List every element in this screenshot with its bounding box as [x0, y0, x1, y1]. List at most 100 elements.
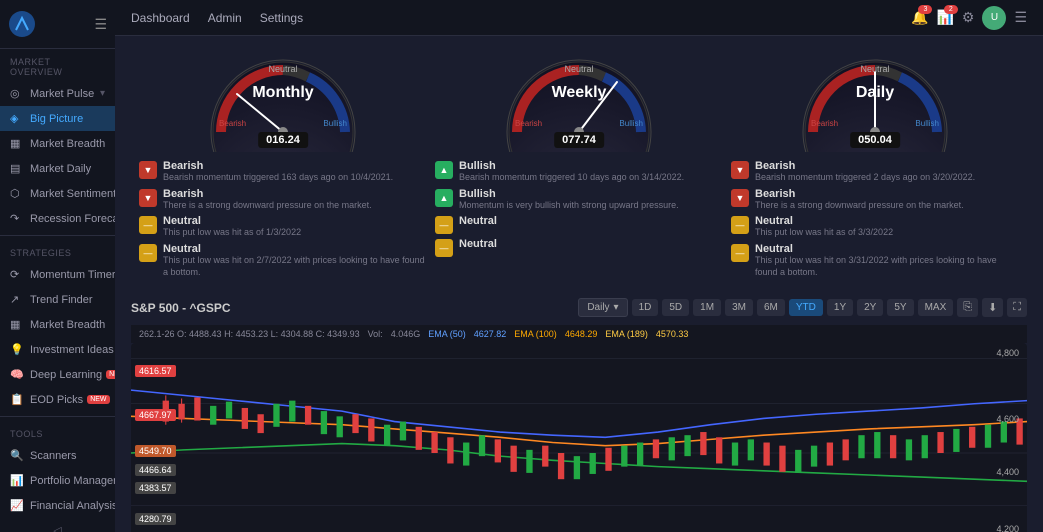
signal-text: Neutral: [459, 238, 497, 250]
market-overview-label: Market Overview: [0, 49, 115, 81]
deep-learning-icon: 🧠: [10, 368, 24, 381]
settings-button[interactable]: ⚙: [962, 9, 975, 26]
nav-admin[interactable]: Admin: [208, 7, 242, 29]
main-content: Neutral Monthly Bearish Bullish 016.24: [115, 36, 1043, 532]
chart-ema2-label: EMA (100): [514, 329, 557, 339]
price-label-high: 4,800: [996, 348, 1019, 358]
signal-text: Bearish There is a strong downward press…: [755, 188, 964, 212]
monthly-bullish-label: Bullish: [323, 119, 347, 128]
sidebar: ☰ Market Overview ◎ Market Pulse ▾ ◈ Big…: [0, 0, 115, 532]
btn-max[interactable]: MAX: [918, 299, 954, 316]
signal-title: Bearish: [755, 188, 964, 200]
weekly-bearish-label: Bearish: [515, 119, 542, 128]
price-label-mid2: 4,400: [996, 467, 1019, 477]
signal-desc: Momentum is very bullish with strong upw…: [459, 200, 679, 212]
market-pulse-icon: ◎: [10, 87, 24, 100]
signal-desc: Bearish momentum triggered 10 days ago o…: [459, 172, 684, 184]
sidebar-menu-icon[interactable]: ☰: [94, 16, 107, 33]
signal-item: ▼ Bearish There is a strong downward pre…: [731, 188, 1019, 212]
chart-title: S&P 500 - ^GSPC: [131, 301, 231, 315]
sidebar-item-big-picture[interactable]: ◈ Big Picture: [0, 106, 115, 131]
price-tag-3: 4466.64: [135, 464, 176, 476]
signal-text: Neutral This put low was hit as of 1/3/2…: [163, 215, 301, 239]
timeframe-dropdown[interactable]: Daily ▾: [578, 298, 627, 317]
signal-item: — Neutral This put low was hit as of 3/3…: [731, 215, 1019, 239]
daily-neutral-label: Neutral: [860, 64, 889, 74]
signal-badge-neutral3: —: [435, 216, 453, 234]
nav-settings[interactable]: Settings: [260, 7, 303, 29]
daily-bullish-label: Bullish: [915, 119, 939, 128]
btn-ytd[interactable]: YTD: [789, 299, 823, 316]
sidebar-item-momentum-timer[interactable]: ⟳ Momentum Timer: [0, 262, 115, 287]
sidebar-collapse-button[interactable]: ◁: [0, 518, 115, 532]
price-label-low: 4,200: [996, 524, 1019, 532]
notifications-chart-button[interactable]: 📊 2: [936, 9, 953, 26]
signal-desc: Bearish momentum triggered 163 days ago …: [163, 172, 393, 184]
signal-group-monthly: ▼ Bearish Bearish momentum triggered 163…: [135, 160, 431, 278]
sidebar-item-market-pulse[interactable]: ◎ Market Pulse ▾: [0, 81, 115, 106]
user-avatar[interactable]: U: [982, 6, 1006, 30]
signal-badge-neutral: —: [139, 216, 157, 234]
btn-1d[interactable]: 1D: [632, 299, 659, 316]
sidebar-item-investment-ideas[interactable]: 💡 Investment Ideas: [0, 337, 115, 362]
signal-desc: This put low was hit as of 1/3/2022: [163, 227, 301, 239]
sidebar-item-market-daily[interactable]: ▤ Market Daily: [0, 156, 115, 181]
price-tag-1: 4667.97: [135, 409, 176, 421]
btn-3m[interactable]: 3M: [725, 299, 753, 316]
share-button[interactable]: ⎘: [957, 298, 978, 317]
hamburger-menu-button[interactable]: ☰: [1014, 9, 1027, 26]
signal-title: Neutral: [755, 215, 893, 227]
sidebar-item-scanners[interactable]: 🔍 Scanners: [0, 443, 115, 468]
signal-item: ▲ Bullish Bearish momentum triggered 10 …: [435, 160, 723, 184]
chart-volume-label: Vol:: [368, 329, 383, 339]
sidebar-item-market-breadth[interactable]: ▦ Market Breadth: [0, 131, 115, 156]
sidebar-item-portfolio-manager[interactable]: 📊 Portfolio Manager: [0, 468, 115, 493]
signal-text: Bearish There is a strong downward press…: [163, 188, 372, 212]
chart-area[interactable]: 4,800 4,600 4,400 4,200 4616.57 4667.97 …: [131, 343, 1027, 532]
signal-item: ▼ Bearish Bearish momentum triggered 163…: [139, 160, 427, 184]
signal-title: Neutral: [459, 215, 497, 227]
sidebar-item-financial-analysis[interactable]: 📈 Financial Analysis: [0, 493, 115, 518]
btn-1m[interactable]: 1M: [693, 299, 721, 316]
download-button[interactable]: ⬇: [982, 298, 1003, 317]
btn-5y[interactable]: 5Y: [887, 299, 913, 316]
nav-dashboard[interactable]: Dashboard: [131, 7, 190, 29]
signal-desc: Bearish momentum triggered 2 days ago on…: [755, 172, 975, 184]
investment-ideas-icon: 💡: [10, 343, 24, 356]
price-tag-4: 4383.57: [135, 482, 176, 494]
daily-title: Daily: [856, 84, 894, 102]
sidebar-item-deep-learning[interactable]: 🧠 Deep Learning NEW: [0, 362, 115, 387]
fullscreen-button[interactable]: ⛶: [1007, 298, 1027, 317]
eod-picks-badge: NEW: [87, 395, 109, 404]
signal-badge-bearish: ▼: [139, 161, 157, 179]
momentum-timer-icon: ⟳: [10, 268, 24, 281]
sidebar-item-recession-forecast[interactable]: ↷ Recession Forecast: [0, 206, 115, 231]
portfolio-manager-icon: 📊: [10, 474, 24, 487]
weekly-gauge-card: Neutral Weekly Bearish Bullish 077.74: [479, 52, 679, 152]
eod-picks-icon: 📋: [10, 393, 24, 406]
signals-row: ▼ Bearish Bearish momentum triggered 163…: [115, 160, 1043, 290]
signal-item: ▼ Bearish Bearish momentum triggered 2 d…: [731, 160, 1019, 184]
sidebar-item-market-sentiment[interactable]: ⬡ Market Sentiment: [0, 181, 115, 206]
chart-ema3-value: 4570.33: [656, 329, 689, 339]
chart-ema1-value: 4627.82: [474, 329, 507, 339]
signal-title: Neutral: [163, 243, 427, 255]
signal-title: Neutral: [755, 243, 1019, 255]
trend-finder-icon: ↗: [10, 293, 24, 306]
notifications-chart-badge: 2: [944, 5, 958, 14]
logo-icon: [8, 10, 36, 38]
notifications-bell-button[interactable]: 🔔 3: [911, 9, 928, 26]
btn-6m[interactable]: 6M: [757, 299, 785, 316]
sidebar-item-eod-picks[interactable]: 📋 EOD Picks NEW: [0, 387, 115, 412]
btn-5d[interactable]: 5D: [662, 299, 689, 316]
sidebar-item-trend-finder[interactable]: ↗ Trend Finder: [0, 287, 115, 312]
strategies-label: Strategies: [0, 240, 115, 262]
chart-volume: 4.046G: [391, 329, 421, 339]
signal-badge-bearish2: ▼: [139, 189, 157, 207]
btn-1y[interactable]: 1Y: [827, 299, 853, 316]
signal-item: ▲ Bullish Momentum is very bullish with …: [435, 188, 723, 212]
daily-gauge-card: Neutral Daily Bearish Bullish 050.04: [775, 52, 975, 152]
signal-text: Bearish Bearish momentum triggered 163 d…: [163, 160, 393, 184]
sidebar-item-market-breadth-strat[interactable]: ▦ Market Breadth: [0, 312, 115, 337]
btn-2y[interactable]: 2Y: [857, 299, 883, 316]
